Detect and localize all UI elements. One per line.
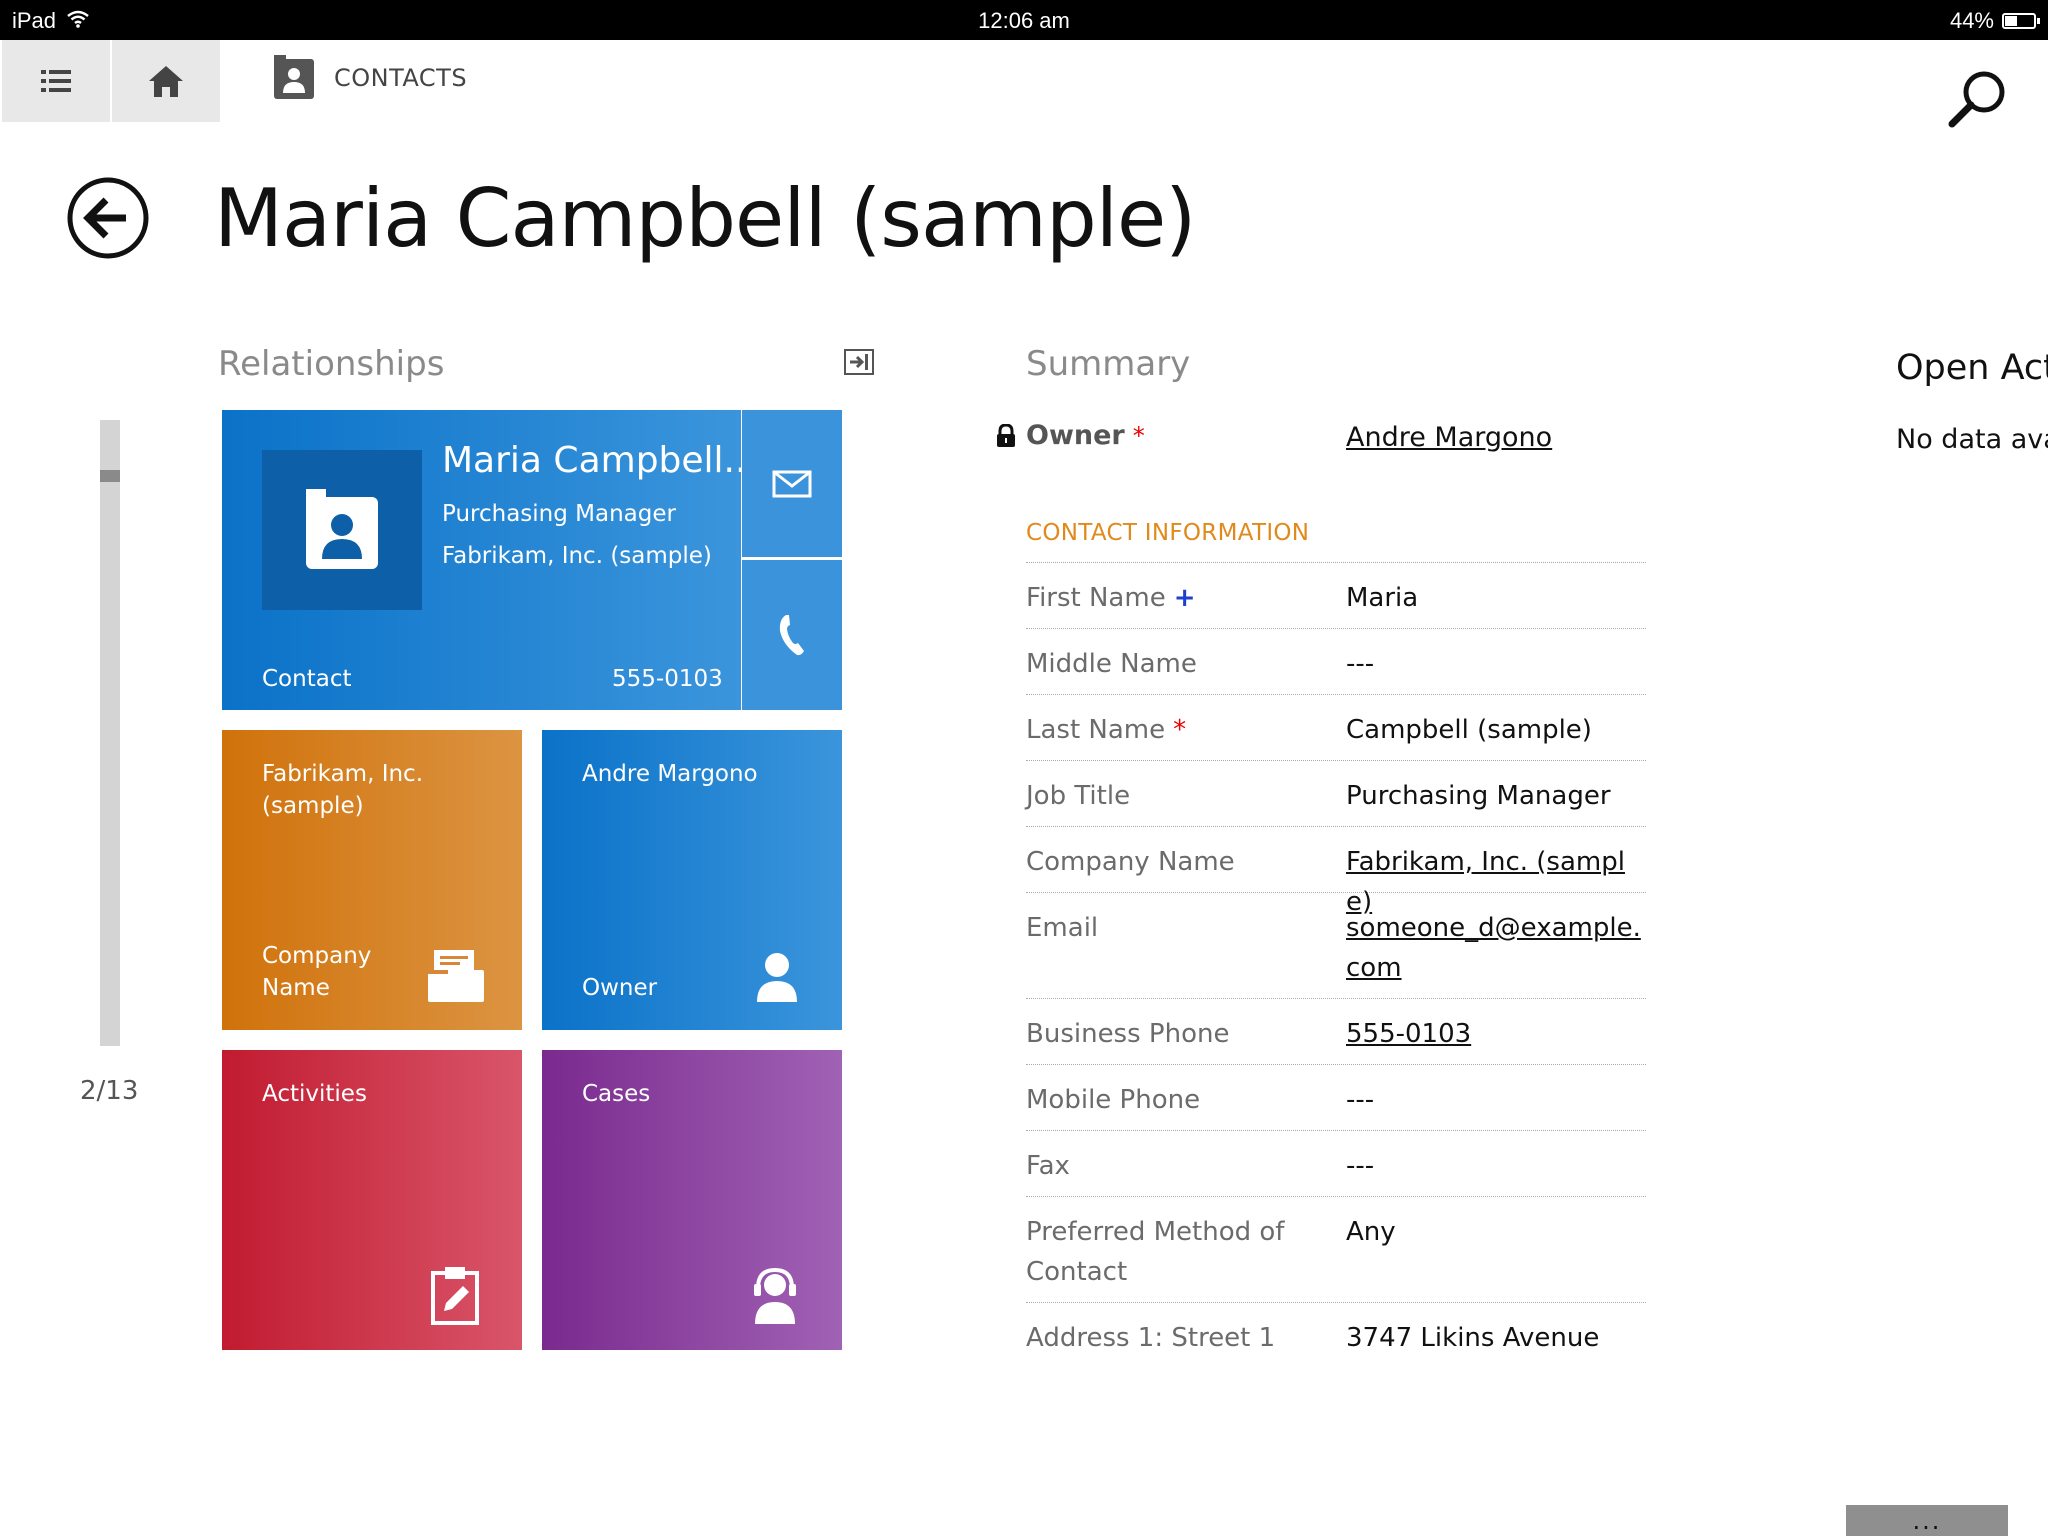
home-icon bbox=[149, 66, 183, 97]
status-bar: iPad 12:06 am 44% bbox=[0, 0, 2048, 40]
field-label: Business Phone bbox=[1026, 1019, 1230, 1049]
more-commands-button[interactable]: ... bbox=[1846, 1505, 2008, 1536]
battery-percent: 44% bbox=[1949, 8, 1994, 33]
email-link[interactable]: someone_d@example.com bbox=[1346, 908, 1646, 988]
company-tile[interactable]: Fabrikam, Inc. (sample) Company Name bbox=[222, 730, 522, 1030]
field-label: Company Name bbox=[1026, 847, 1235, 877]
field-fax[interactable]: Fax --- bbox=[1026, 1131, 1646, 1197]
field-value: Maria bbox=[1346, 583, 1419, 613]
contact-card-icon bbox=[306, 489, 378, 569]
owner-field: Owner * bbox=[996, 420, 1145, 451]
field-value: --- bbox=[1346, 649, 1375, 679]
nav-menu-button[interactable] bbox=[2, 40, 110, 122]
collapse-panel-icon bbox=[844, 349, 874, 375]
field-business-phone[interactable]: Business Phone 555-0103 bbox=[1026, 999, 1646, 1065]
company-tile-caption: Company Name bbox=[262, 943, 372, 1001]
call-action-button[interactable] bbox=[742, 560, 842, 710]
home-button[interactable] bbox=[112, 40, 220, 122]
field-label: Mobile Phone bbox=[1026, 1085, 1201, 1115]
contact-tile-phone: 555-0103 bbox=[612, 666, 723, 692]
contact-card-icon bbox=[274, 55, 314, 99]
field-label: Middle Name bbox=[1026, 649, 1197, 679]
field-label: Preferred Method of Contact bbox=[1026, 1217, 1285, 1287]
vertical-scrollbar[interactable] bbox=[100, 420, 120, 1046]
pin-panel-button[interactable] bbox=[844, 349, 874, 379]
phone-icon bbox=[779, 615, 804, 656]
activities-tile-title: Activities bbox=[262, 1081, 367, 1107]
lock-icon bbox=[997, 423, 1015, 447]
summary-heading: Summary bbox=[1026, 344, 1191, 384]
field-value: Purchasing Manager bbox=[1346, 781, 1611, 811]
field-label: Fax bbox=[1026, 1151, 1070, 1181]
contact-tile-company: Fabrikam, Inc. (sample) bbox=[442, 543, 712, 569]
field-value: Campbell (sample) bbox=[1346, 715, 1592, 745]
owner-tile-caption: Owner bbox=[582, 975, 658, 1001]
clipboard-pencil-icon bbox=[431, 1267, 479, 1325]
contact-information-heading: CONTACT INFORMATION bbox=[1026, 520, 1310, 546]
contact-information-form: First Name + Maria Middle Name --- Last N… bbox=[1026, 562, 1646, 1369]
field-preferred-contact-method[interactable]: Preferred Method of Contact Any bbox=[1026, 1197, 1646, 1303]
relationships-heading: Relationships bbox=[218, 344, 445, 384]
field-label: Job Title bbox=[1026, 781, 1131, 811]
required-marker: * bbox=[1173, 715, 1187, 745]
owner-label: Owner bbox=[1026, 420, 1125, 451]
open-activities-empty: No data avai bbox=[1896, 424, 2048, 455]
nav-breadcrumb[interactable]: CONTACTS bbox=[272, 55, 467, 101]
field-label: Address 1: Street 1 bbox=[1026, 1323, 1276, 1353]
activities-tile[interactable]: Activities bbox=[222, 1050, 522, 1350]
owner-link[interactable]: Andre Margono bbox=[1346, 422, 1552, 453]
support-agent-icon bbox=[754, 1268, 796, 1324]
field-email[interactable]: Email someone_d@example.com bbox=[1026, 893, 1646, 999]
scrollbar-thumb[interactable] bbox=[100, 470, 120, 482]
company-icon bbox=[428, 950, 484, 1002]
field-job-title[interactable]: Job Title Purchasing Manager bbox=[1026, 761, 1646, 827]
email-action-button[interactable] bbox=[742, 410, 842, 557]
nav-section-label: CONTACTS bbox=[334, 64, 468, 92]
field-mobile-phone[interactable]: Mobile Phone --- bbox=[1026, 1065, 1646, 1131]
business-phone-link[interactable]: 555-0103 bbox=[1346, 1014, 1646, 1054]
field-first-name[interactable]: First Name + Maria bbox=[1026, 563, 1646, 629]
field-label: Last Name bbox=[1026, 715, 1166, 745]
search-button[interactable] bbox=[1946, 66, 2010, 134]
contact-tile[interactable]: Maria Campbell... Purchasing Manager Fab… bbox=[222, 410, 758, 710]
cases-tile[interactable]: Cases bbox=[542, 1050, 842, 1350]
company-tile-name: Fabrikam, Inc. (sample) bbox=[262, 761, 424, 819]
list-icon bbox=[41, 70, 71, 92]
cases-tile-title: Cases bbox=[582, 1081, 651, 1107]
contact-tile-name: Maria Campbell... bbox=[442, 440, 758, 481]
open-activities-heading: Open Act bbox=[1896, 348, 2048, 388]
field-label: First Name bbox=[1026, 583, 1166, 613]
owner-tile[interactable]: Andre Margono Owner bbox=[542, 730, 842, 1030]
contact-tile-job-title: Purchasing Manager bbox=[442, 501, 676, 527]
field-company-name[interactable]: Company Name Fabrikam, Inc. (sample) bbox=[1026, 827, 1646, 917]
mail-icon bbox=[772, 470, 812, 497]
required-marker: * bbox=[1132, 421, 1145, 450]
page-title: Maria Campbell (sample) bbox=[214, 172, 1196, 265]
field-label: Email bbox=[1026, 913, 1099, 943]
status-time: 12:06 am bbox=[978, 8, 1070, 33]
recommended-marker: + bbox=[1173, 583, 1196, 613]
owner-tile-name: Andre Margono bbox=[582, 761, 758, 787]
battery-icon bbox=[2002, 13, 2040, 29]
record-pager: 2/13 bbox=[80, 1076, 139, 1106]
field-value: --- bbox=[1346, 1085, 1375, 1115]
user-icon bbox=[757, 953, 797, 1002]
field-value: --- bbox=[1346, 1151, 1375, 1181]
field-middle-name[interactable]: Middle Name --- bbox=[1026, 629, 1646, 695]
field-value: Any bbox=[1346, 1217, 1396, 1247]
back-button[interactable] bbox=[66, 176, 150, 264]
back-arrow-icon bbox=[67, 177, 149, 259]
search-icon bbox=[1948, 71, 2005, 128]
field-last-name[interactable]: Last Name * Campbell (sample) bbox=[1026, 695, 1646, 761]
field-value: 3747 Likins Avenue bbox=[1346, 1323, 1600, 1353]
field-address-street-1[interactable]: Address 1: Street 1 3747 Likins Avenue bbox=[1026, 1303, 1646, 1369]
contact-avatar bbox=[262, 450, 422, 610]
contact-tile-type: Contact bbox=[262, 666, 352, 692]
